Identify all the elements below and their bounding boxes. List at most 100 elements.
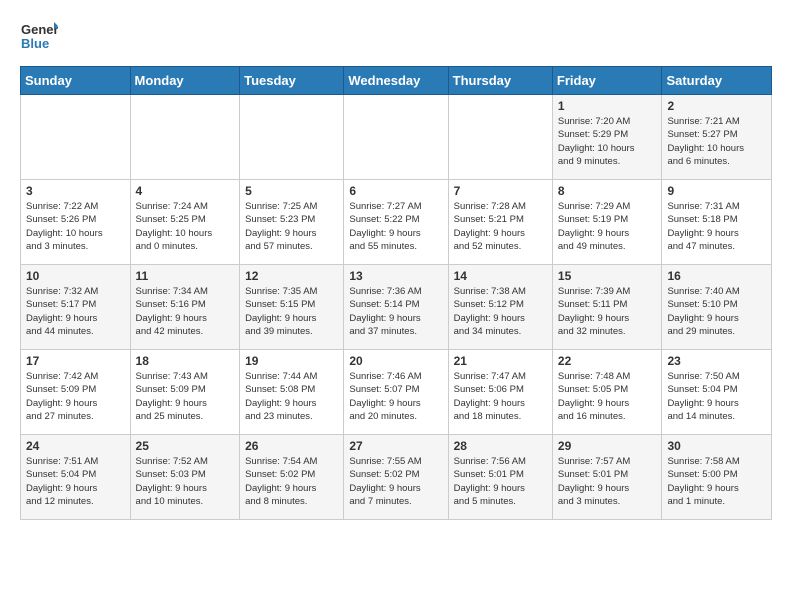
logo-svg: General Blue bbox=[20, 18, 58, 56]
calendar-day-cell: 7 Sunrise: 7:28 AM Sunset: 5:21 PM Daylig… bbox=[448, 180, 552, 265]
calendar-day-cell: 24 Sunrise: 7:51 AM Sunset: 5:04 PM Dayli… bbox=[21, 435, 131, 520]
day-info: Sunrise: 7:42 AM Sunset: 5:09 PM Dayligh… bbox=[26, 370, 125, 423]
day-number: 30 bbox=[667, 439, 766, 453]
day-number: 5 bbox=[245, 184, 338, 198]
calendar-day-cell: 23Sunrise: 7:50 AM Sunset: 5:04 PM Dayli… bbox=[662, 350, 772, 435]
calendar-day-cell bbox=[448, 95, 552, 180]
calendar-day-cell: 17 Sunrise: 7:42 AM Sunset: 5:09 PM Dayli… bbox=[21, 350, 131, 435]
day-number: 1 bbox=[558, 99, 657, 113]
day-info: Sunrise: 7:43 AM Sunset: 5:09 PM Dayligh… bbox=[136, 370, 235, 423]
calendar-week-row: 17 Sunrise: 7:42 AM Sunset: 5:09 PM Dayli… bbox=[21, 350, 772, 435]
day-info: Sunrise: 7:20 AM Sunset: 5:29 PM Dayligh… bbox=[558, 115, 657, 168]
calendar-day-cell: 30 Sunrise: 7:58 AM Sunset: 5:00 PM Dayli… bbox=[662, 435, 772, 520]
day-info: Sunrise: 7:52 AM Sunset: 5:03 PM Dayligh… bbox=[136, 455, 235, 508]
calendar-header: SundayMondayTuesdayWednesdayThursdayFrid… bbox=[21, 67, 772, 95]
day-of-week-header: Wednesday bbox=[344, 67, 448, 95]
day-number: 13 bbox=[349, 269, 442, 283]
calendar-body: 1 Sunrise: 7:20 AM Sunset: 5:29 PM Daylig… bbox=[21, 95, 772, 520]
calendar-table: SundayMondayTuesdayWednesdayThursdayFrid… bbox=[20, 66, 772, 520]
day-info: Sunrise: 7:55 AM Sunset: 5:02 PM Dayligh… bbox=[349, 455, 442, 508]
day-info: Sunrise: 7:48 AM Sunset: 5:05 PM Dayligh… bbox=[558, 370, 657, 423]
calendar-day-cell: 15Sunrise: 7:39 AM Sunset: 5:11 PM Dayli… bbox=[552, 265, 662, 350]
day-info: Sunrise: 7:51 AM Sunset: 5:04 PM Dayligh… bbox=[26, 455, 125, 508]
calendar-day-cell: 8 Sunrise: 7:29 AM Sunset: 5:19 PM Daylig… bbox=[552, 180, 662, 265]
day-number: 2 bbox=[667, 99, 766, 113]
day-info: Sunrise: 7:22 AM Sunset: 5:26 PM Dayligh… bbox=[26, 200, 125, 253]
day-number: 29 bbox=[558, 439, 657, 453]
calendar-day-cell: 21Sunrise: 7:47 AM Sunset: 5:06 PM Dayli… bbox=[448, 350, 552, 435]
day-info: Sunrise: 7:32 AM Sunset: 5:17 PM Dayligh… bbox=[26, 285, 125, 338]
day-number: 3 bbox=[26, 184, 125, 198]
calendar-day-cell: 12 Sunrise: 7:35 AM Sunset: 5:15 PM Dayli… bbox=[240, 265, 344, 350]
calendar-day-cell: 26 Sunrise: 7:54 AM Sunset: 5:02 PM Dayli… bbox=[240, 435, 344, 520]
svg-text:Blue: Blue bbox=[21, 36, 49, 51]
day-of-week-header: Sunday bbox=[21, 67, 131, 95]
calendar-week-row: 10Sunrise: 7:32 AM Sunset: 5:17 PM Dayli… bbox=[21, 265, 772, 350]
day-info: Sunrise: 7:24 AM Sunset: 5:25 PM Dayligh… bbox=[136, 200, 235, 253]
calendar-day-cell: 9 Sunrise: 7:31 AM Sunset: 5:18 PM Daylig… bbox=[662, 180, 772, 265]
day-info: Sunrise: 7:56 AM Sunset: 5:01 PM Dayligh… bbox=[454, 455, 547, 508]
day-number: 27 bbox=[349, 439, 442, 453]
day-number: 17 bbox=[26, 354, 125, 368]
day-number: 16 bbox=[667, 269, 766, 283]
calendar-day-cell bbox=[130, 95, 240, 180]
day-info: Sunrise: 7:57 AM Sunset: 5:01 PM Dayligh… bbox=[558, 455, 657, 508]
calendar-day-cell: 2 Sunrise: 7:21 AM Sunset: 5:27 PM Daylig… bbox=[662, 95, 772, 180]
calendar-day-cell: 22 Sunrise: 7:48 AM Sunset: 5:05 PM Dayli… bbox=[552, 350, 662, 435]
day-info: Sunrise: 7:46 AM Sunset: 5:07 PM Dayligh… bbox=[349, 370, 442, 423]
calendar-week-row: 1 Sunrise: 7:20 AM Sunset: 5:29 PM Daylig… bbox=[21, 95, 772, 180]
calendar-day-cell: 4Sunrise: 7:24 AM Sunset: 5:25 PM Daylig… bbox=[130, 180, 240, 265]
day-of-week-header: Monday bbox=[130, 67, 240, 95]
calendar-day-cell: 10Sunrise: 7:32 AM Sunset: 5:17 PM Dayli… bbox=[21, 265, 131, 350]
day-info: Sunrise: 7:50 AM Sunset: 5:04 PM Dayligh… bbox=[667, 370, 766, 423]
day-info: Sunrise: 7:44 AM Sunset: 5:08 PM Dayligh… bbox=[245, 370, 338, 423]
day-number: 19 bbox=[245, 354, 338, 368]
day-number: 11 bbox=[136, 269, 235, 283]
day-number: 7 bbox=[454, 184, 547, 198]
calendar-day-cell: 18Sunrise: 7:43 AM Sunset: 5:09 PM Dayli… bbox=[130, 350, 240, 435]
calendar-day-cell: 25Sunrise: 7:52 AM Sunset: 5:03 PM Dayli… bbox=[130, 435, 240, 520]
calendar-day-cell: 20 Sunrise: 7:46 AM Sunset: 5:07 PM Dayli… bbox=[344, 350, 448, 435]
day-info: Sunrise: 7:28 AM Sunset: 5:21 PM Dayligh… bbox=[454, 200, 547, 253]
day-of-week-header: Thursday bbox=[448, 67, 552, 95]
calendar-day-cell bbox=[240, 95, 344, 180]
svg-text:General: General bbox=[21, 22, 58, 37]
day-of-week-header: Friday bbox=[552, 67, 662, 95]
day-number: 9 bbox=[667, 184, 766, 198]
day-number: 24 bbox=[26, 439, 125, 453]
day-info: Sunrise: 7:38 AM Sunset: 5:12 PM Dayligh… bbox=[454, 285, 547, 338]
calendar-day-cell: 19 Sunrise: 7:44 AM Sunset: 5:08 PM Dayli… bbox=[240, 350, 344, 435]
day-number: 21 bbox=[454, 354, 547, 368]
day-number: 28 bbox=[454, 439, 547, 453]
calendar-week-row: 3 Sunrise: 7:22 AM Sunset: 5:26 PM Daylig… bbox=[21, 180, 772, 265]
day-info: Sunrise: 7:58 AM Sunset: 5:00 PM Dayligh… bbox=[667, 455, 766, 508]
calendar-day-cell bbox=[21, 95, 131, 180]
day-number: 20 bbox=[349, 354, 442, 368]
day-number: 14 bbox=[454, 269, 547, 283]
page-header: General Blue bbox=[0, 0, 792, 66]
day-info: Sunrise: 7:35 AM Sunset: 5:15 PM Dayligh… bbox=[245, 285, 338, 338]
calendar-day-cell bbox=[344, 95, 448, 180]
day-number: 26 bbox=[245, 439, 338, 453]
day-info: Sunrise: 7:54 AM Sunset: 5:02 PM Dayligh… bbox=[245, 455, 338, 508]
day-info: Sunrise: 7:34 AM Sunset: 5:16 PM Dayligh… bbox=[136, 285, 235, 338]
day-number: 6 bbox=[349, 184, 442, 198]
day-info: Sunrise: 7:40 AM Sunset: 5:10 PM Dayligh… bbox=[667, 285, 766, 338]
day-info: Sunrise: 7:31 AM Sunset: 5:18 PM Dayligh… bbox=[667, 200, 766, 253]
day-of-week-header: Tuesday bbox=[240, 67, 344, 95]
days-of-week-row: SundayMondayTuesdayWednesdayThursdayFrid… bbox=[21, 67, 772, 95]
day-number: 12 bbox=[245, 269, 338, 283]
day-number: 8 bbox=[558, 184, 657, 198]
calendar-day-cell: 3 Sunrise: 7:22 AM Sunset: 5:26 PM Daylig… bbox=[21, 180, 131, 265]
day-number: 22 bbox=[558, 354, 657, 368]
calendar-day-cell: 11 Sunrise: 7:34 AM Sunset: 5:16 PM Dayli… bbox=[130, 265, 240, 350]
day-info: Sunrise: 7:21 AM Sunset: 5:27 PM Dayligh… bbox=[667, 115, 766, 168]
calendar-wrapper: SundayMondayTuesdayWednesdayThursdayFrid… bbox=[0, 66, 792, 530]
day-info: Sunrise: 7:29 AM Sunset: 5:19 PM Dayligh… bbox=[558, 200, 657, 253]
logo: General Blue bbox=[20, 18, 58, 56]
day-number: 15 bbox=[558, 269, 657, 283]
calendar-day-cell: 1 Sunrise: 7:20 AM Sunset: 5:29 PM Daylig… bbox=[552, 95, 662, 180]
day-info: Sunrise: 7:27 AM Sunset: 5:22 PM Dayligh… bbox=[349, 200, 442, 253]
calendar-day-cell: 27 Sunrise: 7:55 AM Sunset: 5:02 PM Dayli… bbox=[344, 435, 448, 520]
calendar-day-cell: 14 Sunrise: 7:38 AM Sunset: 5:12 PM Dayli… bbox=[448, 265, 552, 350]
